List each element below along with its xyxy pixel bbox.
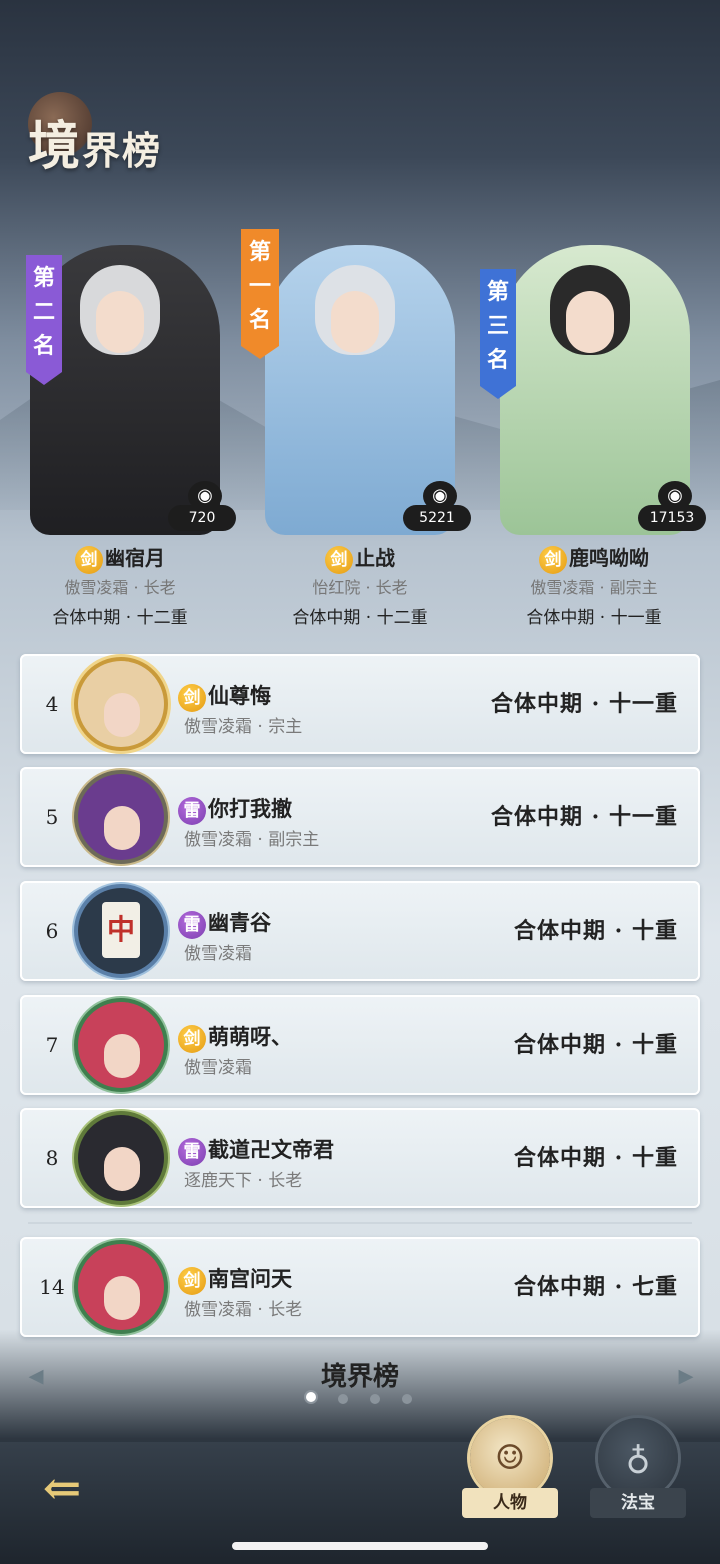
ranking-row[interactable]: 8 雷截道卍文帝君 逐鹿天下 · 长老 合体中期 · 十重 — [20, 1108, 700, 1208]
avatar[interactable] — [78, 774, 164, 860]
page-indicator — [300, 1392, 420, 1406]
rank-banner: 第一名 — [241, 229, 279, 359]
person-icon: ☺ — [494, 1438, 526, 1478]
tab-characters[interactable]: ☺ 人物 — [462, 1418, 558, 1518]
player-sect: 傲雪凌霜 — [184, 1058, 252, 1078]
ranking-row[interactable]: 5 雷你打我撤 傲雪凌霜 · 副宗主 合体中期 · 十一重 — [20, 767, 700, 867]
player-name: 萌萌呀、 — [208, 1024, 292, 1049]
rank-number: 7 — [45, 1033, 59, 1057]
rank-3-info: 剑鹿鸣呦呦 傲雪凌霜 · 副宗主 合体中期 · 十一重 — [474, 543, 714, 631]
page-title: 境界榜 — [20, 92, 280, 182]
rank-banner: 第二名 — [26, 255, 62, 385]
rank-3-character[interactable]: 第三名 ◉ 17153 — [480, 225, 710, 535]
self-rank-divider — [28, 1222, 692, 1224]
rank-2-info: 剑幽宿月 傲雪凌霜 · 长老 合体中期 · 十二重 — [0, 543, 240, 631]
sword-element-badge: 剑 — [178, 683, 206, 712]
rank-1-character[interactable]: 第一名 ◉ 5221 — [241, 225, 475, 535]
page-dot[interactable] — [338, 1394, 348, 1404]
player-realm: 合体中期 · 十一重 — [491, 804, 678, 830]
sword-element-badge: 剑 — [178, 1266, 206, 1295]
player-name[interactable]: 幽宿月 — [105, 546, 165, 570]
player-sect: 傲雪凌霜 · 长老 — [184, 1300, 303, 1320]
player-realm: 合体中期 · 十重 — [514, 1032, 678, 1058]
avatar[interactable]: 中 — [78, 888, 164, 974]
player-name: 南宫问天 — [208, 1266, 292, 1291]
player-name: 幽青谷 — [208, 910, 271, 935]
page-dot[interactable] — [306, 1392, 316, 1402]
title-big-char: 境 — [28, 116, 83, 177]
rank-number: 5 — [45, 805, 59, 829]
power-value: 17153 — [638, 505, 706, 531]
player-name[interactable]: 止战 — [355, 546, 395, 570]
player-realm: 合体中期 · 十二重 — [292, 608, 428, 628]
tab-treasure-label: 法宝 — [590, 1488, 686, 1518]
player-sect: 傲雪凌霜 · 副宗主 — [530, 578, 658, 597]
player-sect: 傲雪凌霜 — [184, 944, 252, 964]
ranking-row[interactable]: 7 剑萌萌呀、 傲雪凌霜 合体中期 · 十重 — [20, 995, 700, 1095]
player-name: 截道卍文帝君 — [208, 1137, 334, 1162]
rank-number: 6 — [45, 919, 59, 943]
tab-treasure[interactable]: ♁ 法宝 — [590, 1418, 686, 1518]
ranking-row[interactable]: 4 剑仙尊悔 傲雪凌霜 · 宗主 合体中期 · 十一重 — [20, 654, 700, 754]
thunder-element-badge: 雷 — [178, 910, 206, 939]
player-name[interactable]: 鹿鸣呦呦 — [569, 546, 649, 570]
gourd-icon: ♁ — [625, 1438, 651, 1478]
power-value: 5221 — [403, 505, 471, 531]
player-name: 你打我撤 — [208, 796, 292, 821]
character-face — [566, 291, 614, 353]
back-arrow-icon[interactable]: ⇐ — [30, 1460, 94, 1516]
player-sect: 傲雪凌霜 · 长老 — [64, 578, 176, 597]
rank-banner: 第三名 — [480, 269, 516, 399]
page-dot[interactable] — [370, 1394, 380, 1404]
my-ranking-row[interactable]: 14 剑南宫问天 傲雪凌霜 · 长老 合体中期 · 七重 — [20, 1237, 700, 1337]
avatar[interactable] — [78, 1115, 164, 1201]
sword-element-badge: 剑 — [75, 545, 103, 574]
sword-element-badge: 剑 — [178, 1024, 206, 1053]
player-sect: 怡红院 · 长老 — [312, 578, 408, 597]
player-sect: 傲雪凌霜 · 宗主 — [184, 717, 303, 737]
prev-page-arrow-icon[interactable]: ◂ — [22, 1358, 50, 1394]
player-sect: 傲雪凌霜 · 副宗主 — [184, 830, 320, 850]
player-realm: 合体中期 · 十二重 — [52, 608, 188, 628]
power-value: 720 — [168, 505, 236, 531]
rank-number: 4 — [45, 692, 59, 716]
thunder-element-badge: 雷 — [178, 796, 206, 825]
rank-1-info: 剑止战 怡红院 · 长老 合体中期 · 十二重 — [240, 543, 480, 631]
character-face — [96, 291, 144, 353]
avatar[interactable] — [78, 1002, 164, 1088]
tab-characters-label: 人物 — [462, 1488, 558, 1518]
sword-element-badge: 剑 — [325, 545, 353, 574]
rank-number: 14 — [39, 1275, 65, 1299]
home-indicator — [232, 1542, 488, 1550]
player-realm: 合体中期 · 十重 — [514, 1145, 678, 1171]
rank-number: 8 — [45, 1146, 59, 1170]
player-name: 仙尊悔 — [208, 683, 271, 708]
next-page-arrow-icon[interactable]: ▸ — [672, 1358, 700, 1394]
pager-title: 境界榜 — [320, 1362, 399, 1392]
sword-element-badge: 剑 — [539, 545, 567, 574]
player-realm: 合体中期 · 十一重 — [491, 691, 678, 717]
ranking-row[interactable]: 6 中 雷幽青谷 傲雪凌霜 合体中期 · 十重 — [20, 881, 700, 981]
mahjong-tile-icon: 中 — [102, 902, 140, 958]
player-realm: 合体中期 · 十一重 — [526, 608, 662, 628]
title-rest: 界榜 — [82, 128, 163, 173]
avatar[interactable] — [78, 661, 164, 747]
page-dot[interactable] — [402, 1394, 412, 1404]
character-face — [331, 291, 379, 353]
rank-2-character[interactable]: 第二名 ◉ 720 — [10, 225, 240, 535]
thunder-element-badge: 雷 — [178, 1137, 206, 1166]
player-realm: 合体中期 · 十重 — [514, 918, 678, 944]
player-realm: 合体中期 · 七重 — [514, 1274, 678, 1300]
player-sect: 逐鹿天下 · 长老 — [184, 1171, 303, 1191]
avatar[interactable] — [78, 1244, 164, 1330]
